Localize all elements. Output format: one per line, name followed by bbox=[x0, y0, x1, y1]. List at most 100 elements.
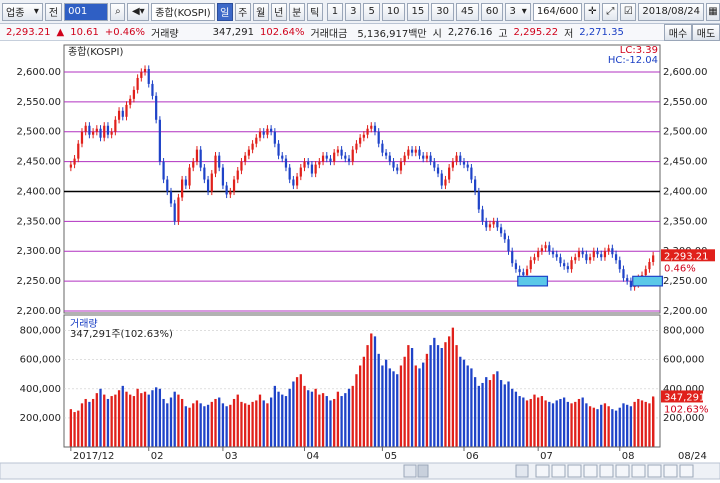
price-tick-right-3: 2,450.00 bbox=[663, 157, 708, 168]
volume-bar-79 bbox=[362, 356, 366, 447]
highlight-box-0 bbox=[517, 275, 549, 287]
minute-button-10[interactable]: 10 bbox=[381, 2, 405, 21]
candle-body-9 bbox=[103, 125, 106, 138]
volume-bar-75 bbox=[347, 388, 351, 447]
volume-bar-31 bbox=[184, 406, 187, 447]
minute-button-30[interactable]: 30 bbox=[431, 2, 455, 21]
candle-body-88 bbox=[396, 167, 399, 171]
buy-button[interactable]: 매수 bbox=[664, 24, 692, 41]
open-value: 2,276.16 bbox=[447, 26, 493, 38]
candle-body-104 bbox=[455, 155, 458, 162]
candle-body-93 bbox=[414, 149, 417, 153]
minute-button-5[interactable]: 5 bbox=[363, 2, 380, 21]
candle-body-40 bbox=[218, 155, 221, 168]
volume-bar-108 bbox=[470, 368, 473, 447]
quote-bar: 2,293.21 ▲ 10.61 +0.46% 거래량 347,291 102.… bbox=[0, 24, 720, 41]
price-tick-left-6: 2,300.00 bbox=[16, 246, 61, 257]
volume-bar-74 bbox=[344, 393, 347, 447]
candle-body-24 bbox=[158, 119, 161, 162]
code-input[interactable]: 001 bbox=[64, 2, 109, 21]
period-tab-0[interactable]: 일 bbox=[216, 2, 233, 21]
price-tick-right-2: 2,500.00 bbox=[663, 127, 708, 138]
interval-dropdown[interactable]: 3 ▾ bbox=[505, 2, 531, 21]
candle-body-62 bbox=[299, 167, 302, 177]
calendar-icon[interactable]: ▦ bbox=[706, 2, 720, 21]
candle-body-126 bbox=[537, 251, 540, 258]
volume-bar-128 bbox=[544, 400, 547, 447]
volume-bar-80 bbox=[366, 345, 369, 447]
volume-bar-113 bbox=[488, 380, 492, 447]
candle-body-141 bbox=[592, 251, 595, 258]
period-tab-2[interactable]: 월 bbox=[252, 2, 269, 21]
volume-bar-22 bbox=[151, 390, 154, 447]
minute-button-1[interactable]: 1 bbox=[326, 2, 344, 21]
volume-tick-left-3: 200,000 bbox=[20, 413, 61, 424]
chart-svg[interactable]: 2,600.00 2,600.00 2,550.00 2,550.00 2,500.00… bbox=[0, 41, 720, 480]
volume-tick-right-0: 800,000 bbox=[663, 326, 704, 337]
candle-body-1 bbox=[73, 158, 76, 165]
volume-bar-118 bbox=[507, 381, 510, 447]
candle-body-8 bbox=[99, 128, 102, 138]
minute-button-15[interactable]: 15 bbox=[406, 2, 430, 21]
candle-body-49 bbox=[251, 143, 254, 150]
candle-body-59 bbox=[288, 167, 291, 180]
volume-bar-106 bbox=[462, 359, 466, 447]
pan-icon bbox=[663, 464, 678, 478]
volume-bar-13 bbox=[117, 390, 121, 447]
candle-body-47 bbox=[244, 155, 247, 162]
minute-button-45[interactable]: 45 bbox=[456, 2, 479, 21]
candle-body-122 bbox=[522, 272, 525, 276]
volume-bar-26 bbox=[166, 403, 169, 447]
amount-label: 거래대금 bbox=[310, 28, 348, 40]
low-label: 저 bbox=[564, 28, 574, 40]
minute-button-3[interactable]: 3 bbox=[345, 2, 362, 21]
period-tab-4[interactable]: 분 bbox=[288, 2, 305, 21]
candle-body-103 bbox=[451, 161, 454, 168]
candle-body-117 bbox=[503, 233, 506, 240]
period-tab-3[interactable]: 년 bbox=[270, 2, 287, 21]
volume-bar-142 bbox=[596, 409, 599, 447]
period-tab-5[interactable]: 틱 bbox=[306, 2, 323, 21]
candle-body-7 bbox=[95, 128, 98, 132]
volume-bar-115 bbox=[496, 371, 499, 447]
date-field[interactable]: 2018/08/24 bbox=[638, 2, 704, 21]
candle-body-45 bbox=[236, 170, 239, 180]
jeon-button[interactable]: 전 bbox=[44, 2, 63, 21]
volume-bar-9 bbox=[103, 394, 106, 447]
candle-body-95 bbox=[422, 155, 425, 159]
date-right-label: 08/24 bbox=[678, 451, 707, 462]
volume-bar-42 bbox=[225, 406, 228, 447]
checkbox-icon[interactable]: ☑ bbox=[620, 2, 637, 21]
price-tick-left-0: 2,600.00 bbox=[16, 67, 61, 78]
last-volume-label: 347,291 bbox=[664, 392, 705, 403]
volume-bar-67 bbox=[318, 394, 321, 447]
candle-body-82 bbox=[373, 125, 377, 132]
candle-body-55 bbox=[273, 131, 276, 144]
candle-body-127 bbox=[540, 248, 543, 252]
crosshair-icon[interactable]: ✛ bbox=[584, 2, 601, 21]
candle-body-86 bbox=[388, 155, 391, 162]
volume-bar-70 bbox=[329, 400, 332, 447]
volume-value: 347,291 bbox=[212, 26, 254, 38]
candle-body-16 bbox=[129, 98, 132, 105]
volume-bar-28 bbox=[173, 391, 176, 447]
search-icon[interactable]: ⌕ bbox=[110, 2, 126, 21]
candle-body-51 bbox=[258, 131, 262, 138]
volume-bar-6 bbox=[91, 398, 95, 447]
minute-button-60[interactable]: 60 bbox=[480, 2, 504, 21]
category-dropdown[interactable]: 업종 ▾ bbox=[2, 2, 43, 21]
expand-icon[interactable]: ⤢ bbox=[602, 2, 619, 21]
index-name-field: 종합(KOSPI) bbox=[151, 2, 215, 21]
x-tick-label-4: 05 bbox=[384, 451, 397, 462]
volume-bar-51 bbox=[258, 394, 262, 447]
volume-bar-141 bbox=[592, 407, 595, 447]
period-tab-1[interactable]: 주 bbox=[234, 2, 251, 21]
candle-body-6 bbox=[91, 131, 95, 135]
candle-body-64 bbox=[307, 161, 310, 165]
sell-button[interactable]: 매도 bbox=[692, 24, 720, 41]
volume-bar-62 bbox=[299, 374, 302, 447]
volume-tick-left-2: 400,000 bbox=[20, 384, 61, 395]
volume-bar-105 bbox=[459, 356, 462, 447]
volume-bar-147 bbox=[614, 410, 618, 447]
speaker-icon[interactable]: ◀▾ bbox=[127, 2, 150, 21]
